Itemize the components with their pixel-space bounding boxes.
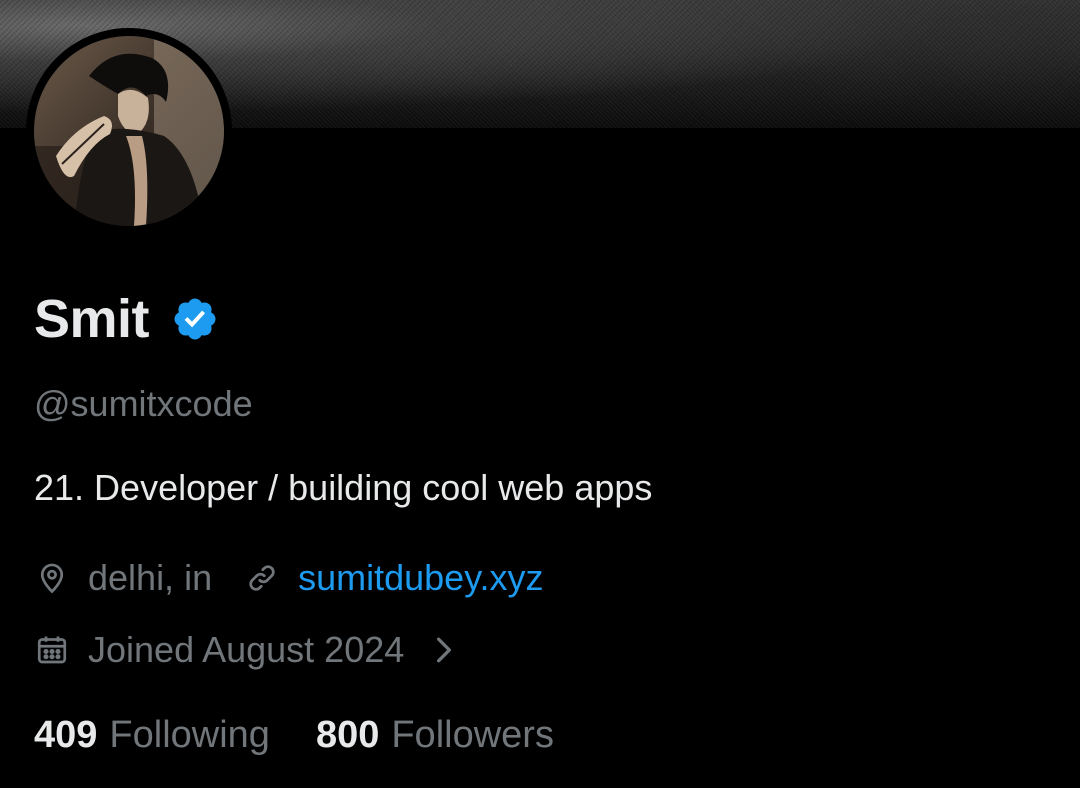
- followers-count: 800: [315, 714, 380, 756]
- calendar-icon: [34, 632, 70, 668]
- followers-label: Followers: [391, 714, 554, 756]
- avatar-image: [34, 36, 224, 226]
- link-icon: [244, 560, 280, 596]
- profile-meta-row-2[interactable]: Joined August 2024: [34, 632, 456, 668]
- verified-badge-icon[interactable]: [171, 295, 219, 343]
- profile-bio: 21. Developer / building cool web apps: [34, 467, 653, 508]
- profile-website-link[interactable]: sumitdubey.xyz: [298, 560, 543, 596]
- avatar[interactable]: [34, 36, 224, 226]
- chevron-right-icon[interactable]: [432, 632, 456, 668]
- display-name: Smit: [34, 289, 150, 349]
- following-stat[interactable]: 409 Following: [34, 716, 270, 754]
- profile-joined-date: Joined August 2024: [88, 629, 405, 670]
- profile-stats: 409 Following 800 Followers: [34, 716, 554, 754]
- followers-stat[interactable]: 800 Followers: [316, 716, 554, 754]
- following-count: 409: [34, 714, 98, 756]
- profile-handle: @sumitxcode: [34, 383, 253, 424]
- following-label: Following: [109, 714, 270, 756]
- profile-meta-row-1: delhi, in sumitdubey.xyz: [34, 560, 544, 596]
- profile-location: delhi, in: [88, 557, 213, 598]
- map-pin-icon: [34, 560, 70, 596]
- name-row: Smit: [34, 284, 219, 354]
